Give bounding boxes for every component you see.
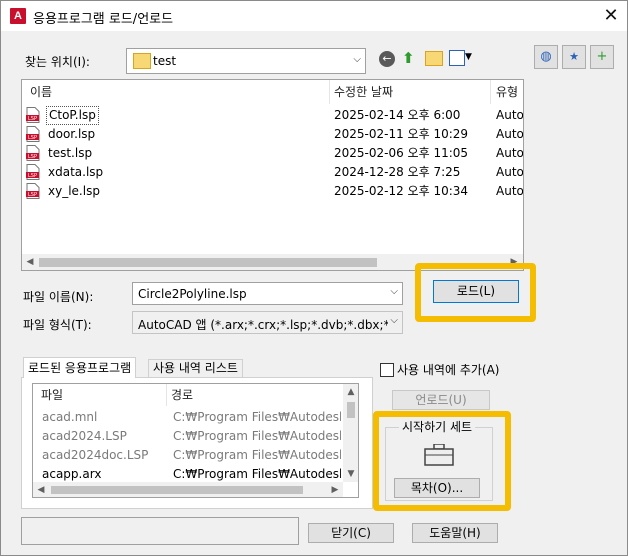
column-header-type[interactable]: 유형: [496, 80, 518, 104]
autocad-app-icon: A: [10, 8, 26, 24]
scrollbar-thumb[interactable]: [51, 486, 303, 494]
look-in-combo[interactable]: test ⌵: [126, 48, 366, 74]
filename-combo[interactable]: Circle2Polyline.lsp ⌵: [132, 282, 403, 305]
unload-button[interactable]: 언로드(U): [392, 390, 490, 410]
lsp-file-icon: LSP: [26, 164, 40, 180]
loaded-apps-list: 파일 경로 acad.mnl C:₩Program Files₩Autodesk…: [32, 383, 359, 498]
chevron-down-icon: ⌵: [390, 315, 398, 326]
column-header-date[interactable]: 수정한 날짜: [334, 80, 393, 104]
svg-text:LSP: LSP: [28, 154, 37, 160]
title-bar: A 응용프로그램 로드/언로드 ✕: [1, 1, 627, 31]
search-web-icon[interactable]: ◍: [534, 45, 558, 69]
favorites-icon[interactable]: ★: [562, 45, 586, 69]
loaded-app-row[interactable]: acad2024.LSP C:₩Program Files₩Autodesk₩: [33, 427, 358, 446]
status-field: [21, 517, 299, 545]
column-header-file[interactable]: 파일: [41, 384, 63, 406]
chevron-down-icon: ⌵: [353, 54, 361, 65]
scroll-right-icon[interactable]: ▶: [327, 482, 343, 497]
look-in-value: test: [153, 54, 177, 68]
back-icon[interactable]: ←: [379, 51, 395, 67]
scrollbar-thumb[interactable]: [347, 402, 355, 418]
scroll-left-icon[interactable]: ◀: [22, 254, 38, 270]
dialog-title: 응용프로그램 로드/언로드: [33, 12, 174, 27]
file-row[interactable]: LSP xdata.lsp 2024-12-28 오후 7:25 Auto: [22, 163, 523, 182]
file-row[interactable]: LSP xy_le.lsp 2025-02-12 오후 10:34 Auto: [22, 182, 523, 201]
dialog-window: A 응용프로그램 로드/언로드 ✕ 찾는 위치(I): test ⌵ ← ⬆ ▼…: [0, 0, 628, 556]
svg-text:LSP: LSP: [28, 173, 37, 179]
tab-loaded-apps[interactable]: 로드된 응용프로그램: [23, 357, 137, 378]
apps-hscrollbar[interactable]: ◀ ▶: [33, 482, 343, 497]
apps-vscrollbar[interactable]: ▲ ▼: [343, 384, 358, 482]
column-header-name[interactable]: 이름: [30, 80, 52, 104]
tab-history-list[interactable]: 사용 내역 리스트: [148, 359, 243, 377]
add-favorite-icon[interactable]: +: [590, 45, 614, 69]
close-icon[interactable]: ✕: [597, 3, 625, 29]
loaded-app-row[interactable]: acad2024doc.LSP C:₩Program Files₩Autodes…: [33, 446, 358, 465]
add-history-checkbox[interactable]: [380, 363, 394, 377]
file-row[interactable]: LSP CtoP.lsp 2025-02-14 오후 6:00 Auto: [22, 106, 523, 125]
chevron-down-icon: ⌵: [390, 286, 398, 297]
highlight-box: [373, 411, 511, 511]
file-row[interactable]: LSP test.lsp 2025-02-06 오후 11:05 Auto: [22, 144, 523, 163]
file-row[interactable]: LSP door.lsp 2025-02-11 오후 10:29 Auto: [22, 125, 523, 144]
help-button[interactable]: 도움말(H): [412, 523, 498, 543]
scrollbar-thumb[interactable]: [39, 258, 377, 267]
loaded-app-row[interactable]: acad.mnl C:₩Program Files₩Autodesk₩: [33, 408, 358, 427]
file-list: 이름 ^ 수정한 날짜 유형 LSP CtoP.lsp 2025-02-14 오…: [21, 79, 524, 271]
column-header-path[interactable]: 경로: [171, 384, 193, 406]
svg-text:LSP: LSP: [28, 116, 37, 122]
scroll-up-icon[interactable]: ▲: [343, 384, 358, 400]
filename-label: 파일 이름(N):: [23, 290, 94, 304]
view-dropdown-arrow-icon[interactable]: ▼: [465, 52, 472, 62]
lsp-file-icon: LSP: [26, 183, 40, 199]
view-menu-icon[interactable]: [449, 50, 465, 66]
scroll-down-icon[interactable]: ▼: [343, 466, 358, 482]
filetype-label: 파일 형식(T):: [23, 318, 92, 332]
svg-text:LSP: LSP: [28, 192, 37, 198]
highlight-box: [415, 263, 536, 322]
add-history-label: 사용 내역에 추가(A): [397, 363, 500, 377]
lsp-file-icon: LSP: [26, 126, 40, 142]
new-folder-icon[interactable]: [425, 51, 443, 66]
filetype-combo[interactable]: AutoCAD 앱 (*.arx;*.crx;*.lsp;*.dvb;*.dbx…: [132, 311, 403, 334]
sort-up-icon: ^: [170, 79, 178, 87]
scroll-left-icon[interactable]: ◀: [33, 482, 49, 497]
svg-text:LSP: LSP: [28, 135, 37, 141]
lsp-file-icon: LSP: [26, 145, 40, 161]
close-button[interactable]: 닫기(C): [308, 523, 394, 543]
look-in-label: 찾는 위치(I):: [25, 55, 90, 69]
up-folder-icon[interactable]: ⬆: [402, 49, 418, 67]
folder-icon: [133, 53, 151, 69]
lsp-file-icon: LSP: [26, 107, 40, 123]
